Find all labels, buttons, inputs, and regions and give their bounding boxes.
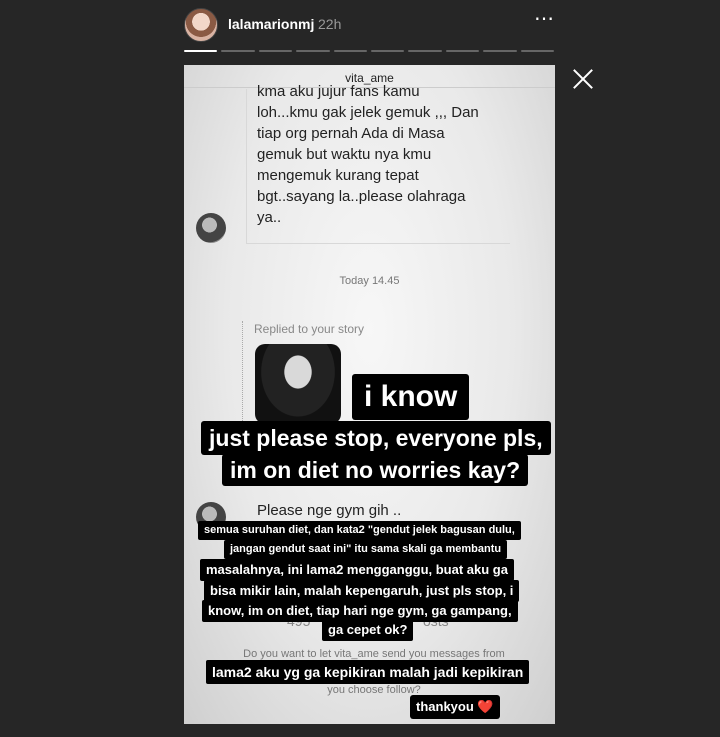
progress-segment: [483, 50, 517, 52]
message-line: mengemuk kurang tepat: [257, 167, 419, 184]
message-line: loh...kmu gak jelek gemuk ,,, Dan: [257, 104, 479, 121]
sticker-thankyou: thankyou ❤️: [410, 695, 500, 719]
sticker-stop-line: just please stop, everyone pls,: [201, 421, 551, 455]
progress-segment: [333, 50, 368, 52]
progress-segment: [258, 50, 293, 52]
story-header: lalamarionmj 22h ⋯: [184, 6, 554, 42]
message-line: ya..: [257, 209, 282, 226]
story-thumbnail: [255, 344, 341, 424]
thankyou-text: thankyou: [416, 699, 474, 714]
sticker-text-mid: bisa mikir lain, malah kepengaruh, just …: [204, 580, 520, 602]
sticker-text-small: jangan gendut saat ini" itu sama skali g…: [224, 540, 508, 559]
progress-segment: [520, 50, 555, 52]
close-icon[interactable]: [570, 66, 596, 92]
timestamp: Today 14.45: [339, 275, 400, 287]
sticker-text-lama: lama2 aku yg ga kepikiran malah jadi kep…: [206, 660, 530, 684]
progress-segment: [445, 50, 480, 52]
message-line: bgt..sayang la..please olahraga: [257, 188, 466, 205]
story-progress-bar: [184, 50, 555, 53]
message-border: [246, 89, 247, 243]
heart-icon: ❤️: [477, 699, 494, 714]
progress-segment: [296, 50, 330, 52]
more-options-icon[interactable]: ⋯: [534, 9, 554, 32]
message-line: tiap org pernah Ada di Masa: [257, 125, 445, 142]
message-line: kma aku jujur fans kamu: [257, 83, 420, 100]
post-time: 22h: [318, 16, 342, 32]
sticker-stop-line: im on diet no worries kay?: [222, 454, 529, 486]
progress-segment: [221, 50, 255, 52]
sticker-text-small: semua suruhan diet, dan kata2 "gendut je…: [198, 521, 521, 540]
replied-label: Replied to your story: [254, 322, 365, 336]
prompt-line: Do you want to let vita_ame send you mes…: [243, 648, 505, 660]
progress-segment: [371, 50, 405, 52]
message-line: gemuk but waktu nya kmu: [257, 146, 432, 163]
message-text: Please nge gym gih ..: [257, 502, 402, 519]
sticker-i-know: i know: [352, 374, 470, 420]
username[interactable]: lalamarionmj: [228, 16, 314, 32]
sticker-text-mid: ga cepet ok?: [322, 619, 414, 641]
reply-indicator: [242, 321, 243, 421]
sender-avatar: [196, 213, 226, 243]
progress-segment: [408, 50, 442, 52]
profile-avatar[interactable]: [184, 8, 218, 42]
message-text: kma aku jujur fans kamu loh...kmu gak je…: [257, 83, 497, 228]
progress-segment: [184, 50, 218, 52]
sticker-text-mid: masalahnya, ini lama2 mengganggu, buat a…: [200, 559, 514, 581]
message-border: [246, 243, 510, 244]
